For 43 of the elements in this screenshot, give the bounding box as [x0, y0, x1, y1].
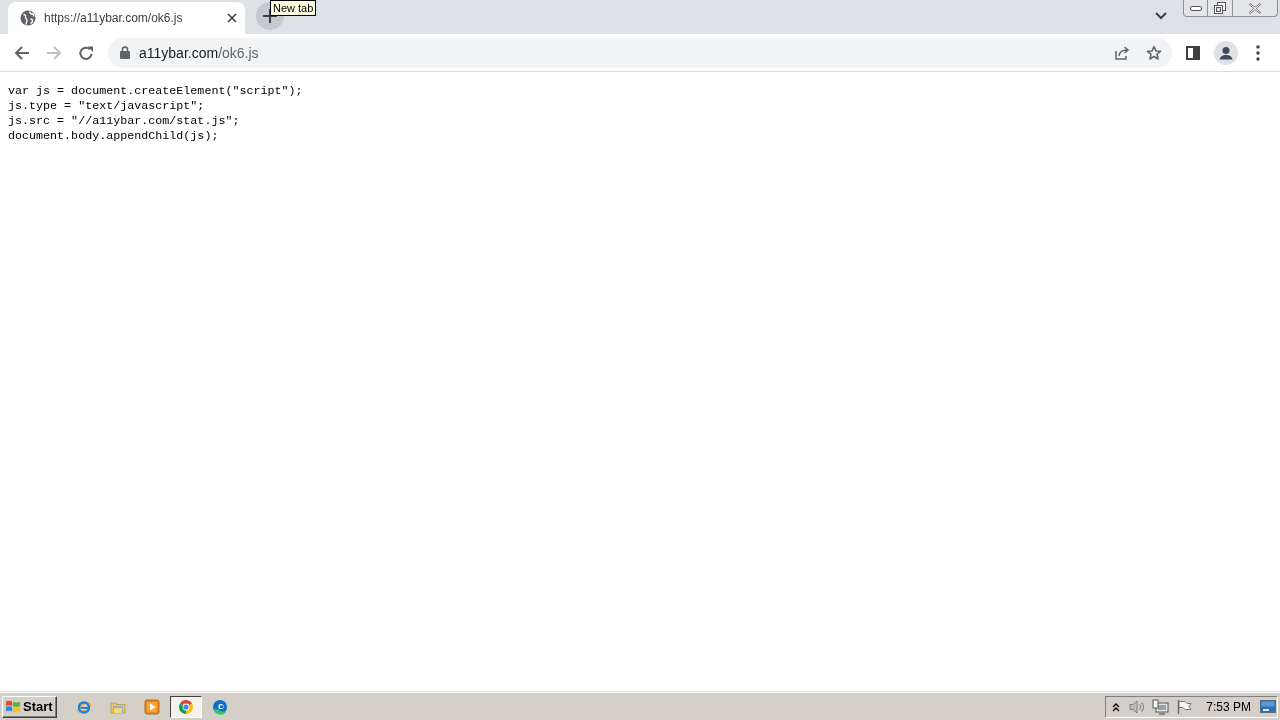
windows-flag-icon: [5, 699, 21, 714]
minimize-icon: [1189, 5, 1202, 11]
volume-button[interactable]: [1128, 698, 1147, 715]
edge-browser-icon: [211, 698, 228, 715]
network-monitor-icon: [1152, 698, 1171, 715]
ie-browser-icon: [75, 698, 92, 715]
avatar-icon: [1214, 40, 1238, 65]
reload-icon: [78, 44, 94, 61]
star-icon: [1146, 44, 1162, 61]
flag-icon: [1176, 698, 1193, 715]
speaker-icon: [1128, 698, 1147, 715]
code-line: js.type = "text/javascript";: [8, 99, 205, 114]
tooltip: New tab: [270, 0, 317, 16]
close-icon: [1249, 2, 1261, 14]
media-player-icon: [143, 698, 160, 715]
minimize-button[interactable]: [1183, 0, 1208, 17]
restore-button[interactable]: [1208, 0, 1233, 17]
network-button[interactable]: [1152, 698, 1171, 715]
code-line: document.body.appendChild(js);: [8, 129, 219, 144]
address-field[interactable]: a11ybar.com/ok6.js: [108, 37, 1172, 68]
lock-icon: [120, 46, 130, 59]
close-icon: [227, 13, 237, 23]
chrome-browser-icon: [177, 698, 194, 715]
taskbar-app-button[interactable]: [169, 695, 202, 718]
browser-tab[interactable]: https://a11ybar.com/ok6.js: [8, 2, 245, 34]
clock[interactable]: 7:53 PM: [1206, 699, 1251, 714]
forward-arrow-icon: [46, 44, 62, 61]
profile-button[interactable]: [1212, 38, 1240, 67]
globe-icon: [20, 10, 36, 26]
show-desktop-button[interactable]: [1260, 700, 1276, 713]
desktop-preview-icon: [1260, 700, 1276, 713]
double-caret-up-icon: [1112, 701, 1121, 712]
back-arrow-icon: [14, 44, 30, 61]
action-center-button[interactable]: [1176, 698, 1193, 715]
code-line: var js = document.createElement("script");: [8, 84, 303, 99]
restore-icon: [1214, 2, 1226, 14]
start-button[interactable]: Start: [2, 695, 57, 718]
code-line: js.src = "//a11ybar.com/stat.js";: [8, 114, 240, 129]
side-panel-icon: [1186, 45, 1200, 60]
share-icon: [1114, 44, 1130, 61]
chevron-down-icon: [1155, 12, 1167, 20]
show-hidden-icons-button[interactable]: [1112, 701, 1121, 712]
menu-icon: [1256, 44, 1260, 61]
